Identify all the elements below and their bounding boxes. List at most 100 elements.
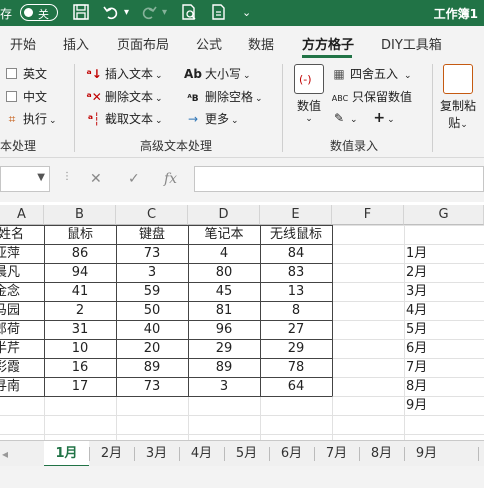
customize-toolbar-icon[interactable]: ⌄ <box>242 3 251 23</box>
table-cell[interactable]: 89 <box>188 358 260 377</box>
table-cell[interactable]: 83 <box>260 263 332 282</box>
undo-icon[interactable] <box>102 3 120 26</box>
more-button[interactable]: → 更多 ⌄ <box>184 110 239 127</box>
col-header-d[interactable]: D <box>188 205 260 225</box>
sheet-tab[interactable]: 1月 <box>44 441 89 467</box>
col-header-f[interactable]: F <box>332 205 404 225</box>
file-icon[interactable] <box>210 3 228 26</box>
sheet-tab[interactable]: 7月 <box>314 441 359 467</box>
name-box[interactable]: ▼ <box>0 166 50 192</box>
table-cell[interactable]: 3 <box>188 377 260 396</box>
undo-dropdown-icon[interactable]: ▾ <box>124 3 129 23</box>
tab-formulas[interactable]: 公式 <box>196 34 222 53</box>
redo-dropdown-icon[interactable]: ▾ <box>162 3 167 23</box>
sheet-tab[interactable]: 6月 <box>269 441 314 467</box>
keep-values-button[interactable]: ABC 只保留数值 <box>331 88 412 105</box>
copy-paste-button[interactable]: 复制粘 贴⌄ <box>438 64 478 131</box>
table-cell[interactable]: 84 <box>260 244 332 263</box>
table-cell[interactable]: 4 <box>188 244 260 263</box>
month-cell[interactable]: 4月 <box>406 301 476 320</box>
table-cell[interactable]: 31 <box>44 320 116 339</box>
table-cell[interactable]: 78 <box>260 358 332 377</box>
month-cell[interactable]: 1月 <box>406 244 476 263</box>
extract-text-button[interactable]: ᵃ┆ 截取文本 ⌄ <box>86 110 163 127</box>
month-cell[interactable]: 3月 <box>406 282 476 301</box>
tab-split-handle[interactable] <box>478 447 479 461</box>
table-header-cell[interactable]: 键盘 <box>116 225 188 244</box>
table-cell[interactable]: 86 <box>44 244 116 263</box>
table-cell[interactable]: 45 <box>188 282 260 301</box>
table-cell-name[interactable]: 彩霞 <box>0 358 44 377</box>
month-cell[interactable]: 7月 <box>406 358 476 377</box>
tab-fangfang[interactable]: 方方格子 <box>302 34 354 53</box>
table-cell[interactable]: 3 <box>116 263 188 282</box>
table-cell[interactable]: 2 <box>44 301 116 320</box>
tab-home[interactable]: 开始 <box>10 34 36 53</box>
sheet-scroll-left-icon[interactable]: ◂ <box>2 441 8 467</box>
table-cell[interactable]: 10 <box>44 339 116 358</box>
table-cell[interactable]: 8 <box>260 301 332 320</box>
table-header-cell[interactable]: 姓名 <box>0 225 42 244</box>
insert-text-button[interactable]: ᵃ↓ 插入文本 ⌄ <box>86 65 162 82</box>
month-cell[interactable]: 8月 <box>406 377 476 396</box>
tab-insert[interactable]: 插入 <box>63 34 89 53</box>
table-cell[interactable]: 20 <box>116 339 188 358</box>
table-cell[interactable]: 81 <box>188 301 260 320</box>
table-cell-name[interactable]: 半芹 <box>0 339 44 358</box>
delete-space-button[interactable]: ᴬB 删除空格 ⌄ <box>184 88 262 105</box>
table-cell[interactable]: 59 <box>116 282 188 301</box>
table-cell-name[interactable]: 亚萍 <box>0 244 44 263</box>
sheet-tab[interactable]: 4月 <box>179 441 224 467</box>
month-cell[interactable]: 9月 <box>406 396 476 415</box>
english-checkbox[interactable]: 英文 <box>6 65 47 82</box>
month-cell[interactable]: 6月 <box>406 339 476 358</box>
edit-sheet-icon[interactable]: ✎ <box>331 111 347 125</box>
table-cell[interactable]: 41 <box>44 282 116 301</box>
sheet-tab[interactable]: 2月 <box>89 441 134 467</box>
sheet-tab[interactable]: 3月 <box>134 441 179 467</box>
col-header-b[interactable]: B <box>44 205 116 225</box>
table-cell[interactable]: 50 <box>116 301 188 320</box>
table-cell[interactable]: 73 <box>116 244 188 263</box>
tab-diy-toolbox[interactable]: DIY工具箱 <box>381 34 442 53</box>
tab-data[interactable]: 数据 <box>248 34 274 53</box>
month-cell[interactable]: 5月 <box>406 320 476 339</box>
table-cell[interactable]: 80 <box>188 263 260 282</box>
col-header-c[interactable]: C <box>116 205 188 225</box>
table-cell[interactable]: 29 <box>260 339 332 358</box>
table-cell[interactable]: 40 <box>116 320 188 339</box>
col-header-a[interactable]: A <box>0 205 44 225</box>
table-header-cell[interactable]: 笔记本 <box>188 225 260 244</box>
sheet-tab[interactable]: 9月 <box>404 441 449 467</box>
round-button[interactable]: ▦ 四舍五入 ⌄ <box>331 65 411 82</box>
autosave-toggle[interactable]: 关 <box>20 4 58 21</box>
worksheet-grid[interactable]: 姓名 鼠标 键盘 笔记本 无线鼠标 亚萍 86 73 4 84 晨凡 94 3 80 83 金念 41 59 45 1… <box>0 225 484 440</box>
col-header-g[interactable]: G <box>404 205 484 225</box>
table-cell[interactable]: 27 <box>260 320 332 339</box>
table-cell-name[interactable]: 晨凡 <box>0 263 44 282</box>
table-cell[interactable]: 89 <box>116 358 188 377</box>
table-cell[interactable]: 94 <box>44 263 116 282</box>
print-preview-icon[interactable] <box>180 3 198 26</box>
table-header-cell[interactable]: 无线鼠标 <box>260 225 332 244</box>
table-cell[interactable]: 96 <box>188 320 260 339</box>
enter-icon[interactable]: ✓ <box>128 171 140 187</box>
table-header-cell[interactable]: 鼠标 <box>44 225 116 244</box>
table-cell[interactable]: 17 <box>44 377 116 396</box>
table-cell-name[interactable]: 马园 <box>0 301 44 320</box>
execute-button[interactable]: ⌗ 执行 ⌄ <box>4 110 57 127</box>
chinese-checkbox[interactable]: 中文 <box>6 88 47 105</box>
insert-function-icon[interactable]: fx <box>164 171 177 187</box>
col-header-e[interactable]: E <box>260 205 332 225</box>
plus-icon[interactable]: + <box>373 110 385 126</box>
table-cell[interactable]: 73 <box>116 377 188 396</box>
tab-page-layout[interactable]: 页面布局 <box>117 34 169 53</box>
redo-icon[interactable] <box>140 3 158 26</box>
delete-text-button[interactable]: ᵃ✕ 删除文本 ⌄ <box>86 88 162 105</box>
table-cell[interactable]: 16 <box>44 358 116 377</box>
cancel-icon[interactable]: ✕ <box>90 171 102 187</box>
save-icon[interactable] <box>72 3 90 26</box>
table-cell[interactable]: 29 <box>188 339 260 358</box>
month-cell[interactable]: 2月 <box>406 263 476 282</box>
case-button[interactable]: Ab 大小写 ⌄ <box>184 65 251 82</box>
